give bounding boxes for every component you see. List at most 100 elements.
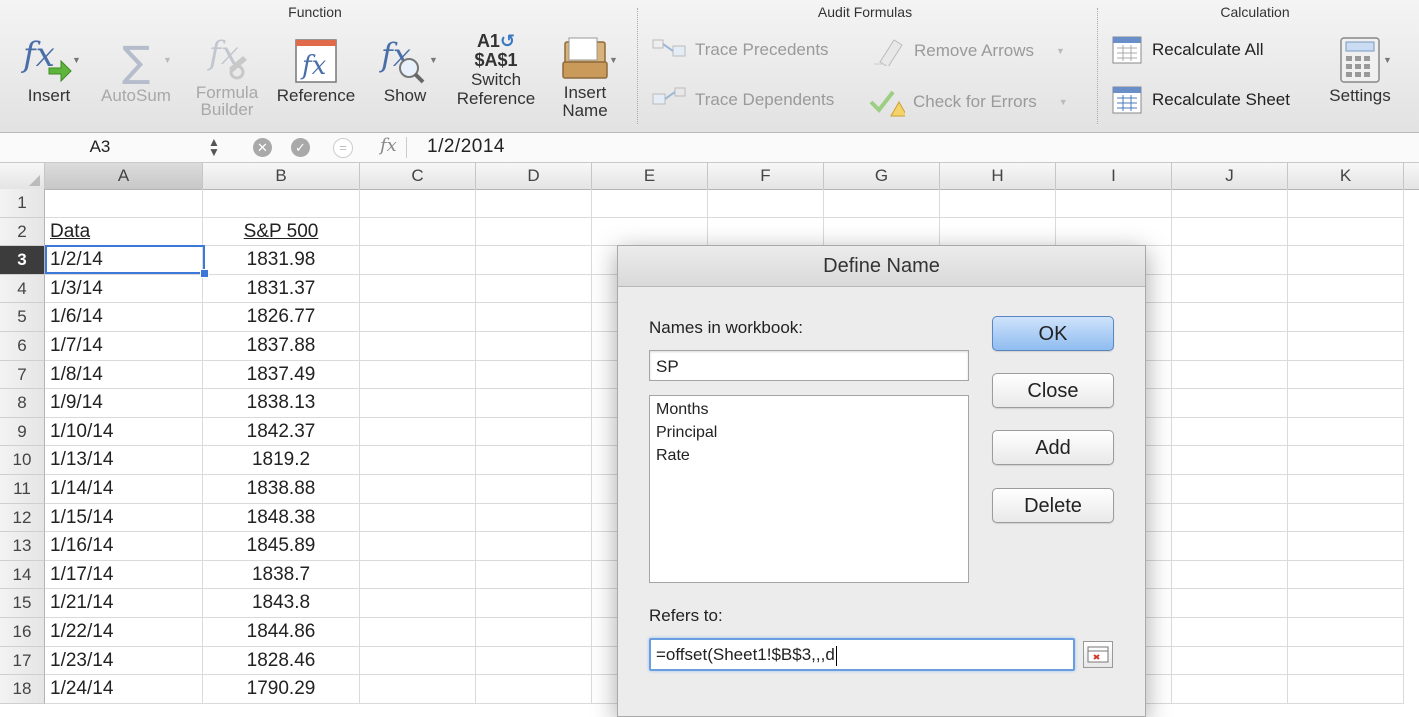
cancel-formula-icon[interactable]: ✕ — [253, 138, 272, 157]
formula-builder-button[interactable]: fx Formula Builder — [188, 30, 266, 118]
cell-c5[interactable] — [360, 303, 476, 332]
cell-k2[interactable] — [1288, 217, 1404, 247]
name-field[interactable]: SP — [649, 350, 969, 381]
delete-button[interactable]: Delete — [992, 488, 1114, 523]
column-header-i[interactable]: I — [1056, 163, 1172, 189]
cell-d9[interactable] — [476, 417, 592, 447]
column-header-f[interactable]: F — [708, 163, 824, 189]
cell-a15[interactable]: 1/21/14 — [45, 589, 203, 618]
cell-c3[interactable] — [360, 246, 476, 275]
cell-b12[interactable]: 1848.38 — [203, 503, 360, 533]
cell-j2[interactable] — [1172, 217, 1288, 247]
cell-d17[interactable] — [476, 646, 592, 676]
cell-k16[interactable] — [1288, 618, 1404, 647]
add-button[interactable]: Add — [992, 430, 1114, 465]
cell-j15[interactable] — [1172, 589, 1288, 618]
cell-c12[interactable] — [360, 503, 476, 533]
cell-d18[interactable] — [476, 675, 592, 704]
cell-j9[interactable] — [1172, 417, 1288, 447]
column-header-h[interactable]: H — [940, 163, 1056, 189]
cell-b7[interactable]: 1837.49 — [203, 360, 360, 390]
insert-name-button[interactable]: Insert Name — [550, 34, 620, 120]
row-header[interactable]: 13 — [0, 532, 45, 561]
cell-j3[interactable] — [1172, 246, 1288, 275]
cell-h1[interactable] — [940, 189, 1056, 218]
cell-k12[interactable] — [1288, 503, 1404, 533]
cell-b10[interactable]: 1819.2 — [203, 446, 360, 475]
close-button[interactable]: Close — [992, 373, 1114, 408]
cell-c11[interactable] — [360, 475, 476, 504]
cell-b15[interactable]: 1843.8 — [203, 589, 360, 618]
cell-a18[interactable]: 1/24/14 — [45, 675, 203, 704]
name-box-stepper-icon[interactable]: ▲ ▼ — [205, 136, 223, 158]
formula-input[interactable]: 1/2/2014 — [427, 136, 505, 158]
cell-a12[interactable]: 1/15/14 — [45, 503, 203, 533]
cell-d11[interactable] — [476, 475, 592, 504]
cell-j17[interactable] — [1172, 646, 1288, 676]
row-header[interactable]: 15 — [0, 589, 45, 618]
row-header[interactable]: 1 — [0, 189, 45, 218]
cell-a8[interactable]: 1/9/14 — [45, 389, 203, 418]
cell-c8[interactable] — [360, 389, 476, 418]
cell-g1[interactable] — [824, 189, 940, 218]
cell-d14[interactable] — [476, 560, 592, 590]
row-header[interactable]: 12 — [0, 503, 45, 533]
cell-a16[interactable]: 1/22/14 — [45, 618, 203, 647]
row-header[interactable]: 17 — [0, 646, 45, 676]
cell-k14[interactable] — [1288, 560, 1404, 590]
cell-b8[interactable]: 1838.13 — [203, 389, 360, 418]
cell-d4[interactable] — [476, 274, 592, 304]
row-header[interactable]: 18 — [0, 675, 45, 704]
calculation-settings-button[interactable]: Settings — [1320, 34, 1400, 105]
cell-b3[interactable]: 1831.98 — [203, 246, 360, 275]
equals-formula-icon[interactable]: = — [333, 138, 353, 158]
trace-precedents-button[interactable]: Trace Precedents — [651, 36, 829, 64]
cell-b1[interactable] — [203, 189, 360, 218]
cell-b14[interactable]: 1838.7 — [203, 560, 360, 590]
chevron-down-icon[interactable]: ▼ — [1383, 55, 1392, 65]
column-header-g[interactable]: G — [824, 163, 940, 189]
cell-k1[interactable] — [1288, 189, 1404, 218]
cell-b13[interactable]: 1845.89 — [203, 532, 360, 561]
row-header[interactable]: 2 — [0, 217, 45, 247]
cell-k18[interactable] — [1288, 675, 1404, 704]
cell-d7[interactable] — [476, 360, 592, 390]
cell-j8[interactable] — [1172, 389, 1288, 418]
autosum-button[interactable]: ∑ AutoSum — [94, 34, 178, 105]
cell-a17[interactable]: 1/23/14 — [45, 646, 203, 676]
cell-j4[interactable] — [1172, 274, 1288, 304]
switch-reference-button[interactable]: A1↺ $A$1 Switch Reference — [452, 32, 540, 109]
row-header[interactable]: 7 — [0, 360, 45, 390]
cell-a5[interactable]: 1/6/14 — [45, 303, 203, 332]
row-header[interactable]: 16 — [0, 618, 45, 647]
cell-h2[interactable] — [940, 217, 1056, 247]
ok-button[interactable]: OK — [992, 316, 1114, 351]
trace-dependents-button[interactable]: Trace Dependents — [651, 86, 834, 114]
remove-arrows-button[interactable]: Remove Arrows ▼ — [872, 36, 1065, 66]
cell-b5[interactable]: 1826.77 — [203, 303, 360, 332]
recalculate-sheet-button[interactable]: Recalculate Sheet — [1112, 86, 1290, 114]
show-formulas-button[interactable]: fx Show — [372, 34, 438, 105]
cell-k3[interactable] — [1288, 246, 1404, 275]
cell-a3[interactable]: 1/2/14 — [45, 246, 203, 275]
cell-j6[interactable] — [1172, 332, 1288, 361]
row-header[interactable]: 5 — [0, 303, 45, 332]
column-header-b[interactable]: B — [203, 163, 360, 189]
cell-d15[interactable] — [476, 589, 592, 618]
list-item[interactable]: Rate — [656, 444, 968, 467]
recalculate-all-button[interactable]: Recalculate All — [1112, 36, 1264, 64]
row-header[interactable]: 6 — [0, 332, 45, 361]
insert-function-fx-icon[interactable]: fx — [380, 135, 397, 156]
cell-k4[interactable] — [1288, 274, 1404, 304]
list-item[interactable]: Months — [656, 398, 968, 421]
cell-b17[interactable]: 1828.46 — [203, 646, 360, 676]
column-header-j[interactable]: J — [1172, 163, 1288, 189]
insert-function-button[interactable]: fx Insert — [14, 34, 84, 105]
row-header[interactable]: 14 — [0, 560, 45, 590]
cell-c9[interactable] — [360, 417, 476, 447]
cell-k6[interactable] — [1288, 332, 1404, 361]
cell-j11[interactable] — [1172, 475, 1288, 504]
cell-c14[interactable] — [360, 560, 476, 590]
cell-j7[interactable] — [1172, 360, 1288, 390]
chevron-down-icon[interactable]: ▼ — [72, 55, 81, 65]
